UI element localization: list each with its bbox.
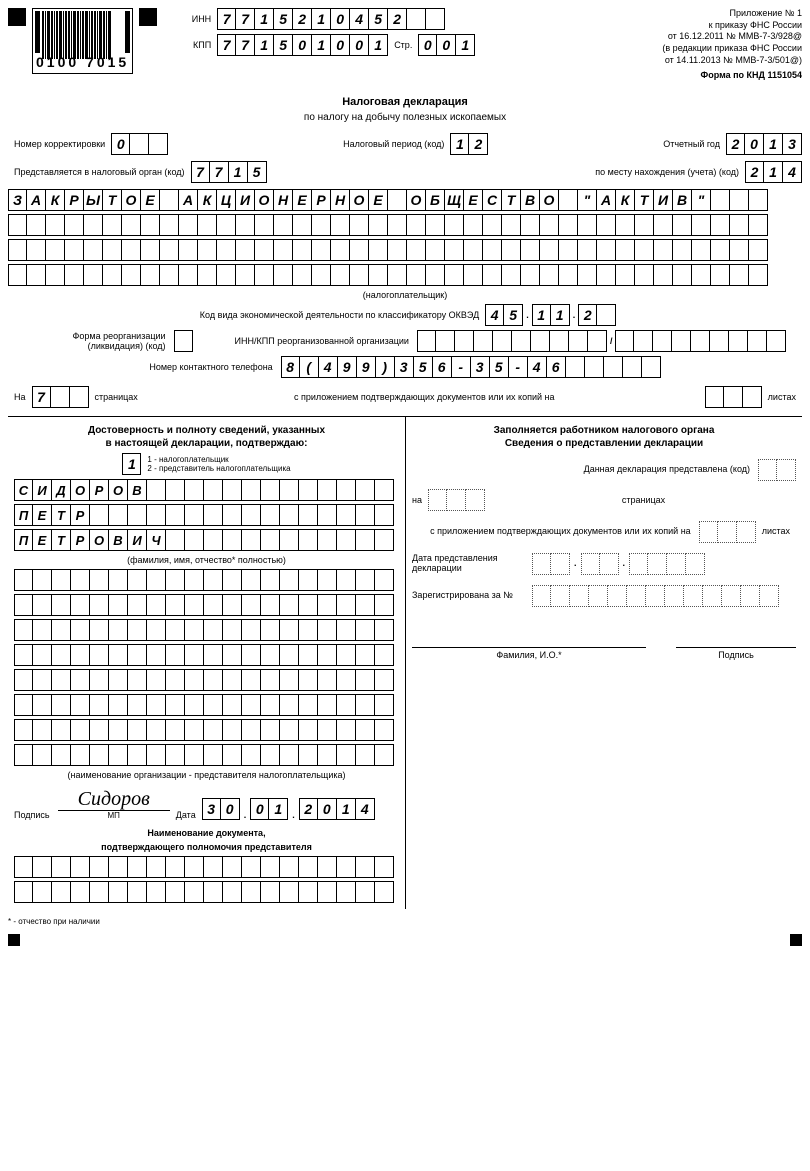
phone-label: Номер контактного телефона (149, 362, 280, 372)
doc-auth-row[interactable] (14, 881, 399, 903)
okved-3[interactable]: 2 (578, 304, 616, 326)
inn-label: ИНН (177, 14, 217, 24)
doc-auth-row[interactable] (14, 856, 399, 878)
right-date-d[interactable] (532, 553, 570, 575)
pages-word: страницах (95, 392, 138, 402)
reorg-inn[interactable] (417, 330, 607, 352)
page-field: 001 (418, 34, 475, 56)
org-name-row-1[interactable]: ЗАКРЫТОЕ АКЦИОНЕРНОЕ ОБЩЕСТВО "АКТИВ" (8, 189, 802, 211)
attach-sheets[interactable] (705, 386, 762, 408)
surname-row[interactable]: СИДОРОВ (14, 479, 399, 501)
official-fio: Фамилия, И.О.* (412, 647, 646, 660)
date-y[interactable]: 2014 (299, 798, 375, 820)
org-name-row-4[interactable] (8, 264, 802, 286)
doc-title: Налоговая декларация (8, 96, 802, 108)
inn-field[interactable]: 7715210452 (217, 8, 445, 30)
pages-count[interactable]: 7 (32, 386, 89, 408)
okved-2[interactable]: 11 (532, 304, 570, 326)
rep-org-row[interactable] (14, 719, 399, 741)
footnote: * - отчество при наличии (8, 917, 802, 926)
sign-label: Подпись (14, 810, 50, 820)
rep-org-row[interactable] (14, 669, 399, 691)
organ-label: Представляется в налоговый орган (код) (14, 167, 185, 177)
reorg-kpp[interactable] (615, 330, 786, 352)
corner-marker (139, 8, 157, 26)
official-sign: Подпись (676, 647, 796, 660)
okved-label: Код вида экономической деятельности по к… (200, 310, 479, 320)
reorg-field[interactable] (174, 330, 193, 352)
taxpayer-hint: (налогоплательщик) (8, 290, 802, 300)
kpp-field[interactable]: 771501001 (217, 34, 388, 56)
place-field[interactable]: 214 (745, 161, 802, 183)
right-pages[interactable] (428, 489, 485, 511)
phone-field[interactable]: 8(499)356-35-46 (281, 356, 661, 378)
rep-org-row[interactable] (14, 744, 399, 766)
attach-label: с приложением подтверждающих документов … (294, 392, 555, 402)
doc-subtitle: по налогу на добычу полезных ископаемых (8, 112, 802, 123)
rep-org-row[interactable] (14, 694, 399, 716)
right-date-y[interactable] (629, 553, 705, 575)
sheets-word: листах (768, 392, 796, 402)
kpp-label: КПП (177, 40, 217, 50)
pres-code[interactable] (758, 459, 796, 481)
date-label: Дата (176, 810, 196, 820)
signature: Сидоров (58, 788, 170, 811)
place-label: по месту нахождения (учета) (код) (595, 167, 739, 177)
right-sheets[interactable] (699, 521, 756, 543)
page-label: Стр. (394, 40, 412, 50)
period-label: Налоговый период (код) (343, 139, 444, 149)
period-field[interactable]: 12 (450, 133, 488, 155)
innkpp-reorg-label: ИНН/КПП реорганизованной организации (235, 336, 417, 346)
organ-field[interactable]: 7715 (191, 161, 267, 183)
barcode-number: 0100 7015 (35, 53, 130, 71)
year-label: Отчетный год (663, 139, 720, 149)
patronymic-row[interactable]: ПЕТРОВИЧ (14, 529, 399, 551)
corner-marker (8, 934, 20, 946)
corner-marker (790, 934, 802, 946)
pages-prefix: На (14, 392, 26, 402)
okved-1[interactable]: 45 (485, 304, 523, 326)
rep-org-row[interactable] (14, 619, 399, 641)
date-d[interactable]: 30 (202, 798, 240, 820)
rep-org-row[interactable] (14, 594, 399, 616)
reg-number[interactable] (532, 585, 779, 607)
reorg-label: Форма реорганизации (ликвидация) (код) (24, 331, 174, 351)
name-row[interactable]: ПЕТР (14, 504, 399, 526)
org-name-row-3[interactable] (8, 239, 802, 261)
barcode: 0100 7015 (32, 8, 133, 74)
right-section: Заполняется работником налогового органа… (405, 416, 802, 909)
corner-marker (8, 8, 26, 26)
right-date-m[interactable] (581, 553, 619, 575)
corr-field[interactable]: 0 (111, 133, 168, 155)
corr-label: Номер корректировки (14, 139, 105, 149)
year-field[interactable]: 2013 (726, 133, 802, 155)
rep-org-row[interactable] (14, 644, 399, 666)
header-right: Приложение № 1 к приказу ФНС России от 1… (662, 8, 802, 82)
left-section: Достоверность и полноту сведений, указан… (8, 416, 405, 909)
who-field[interactable]: 1 (122, 453, 141, 475)
rep-org-row[interactable] (14, 569, 399, 591)
org-name-row-2[interactable] (8, 214, 802, 236)
date-m[interactable]: 01 (250, 798, 288, 820)
